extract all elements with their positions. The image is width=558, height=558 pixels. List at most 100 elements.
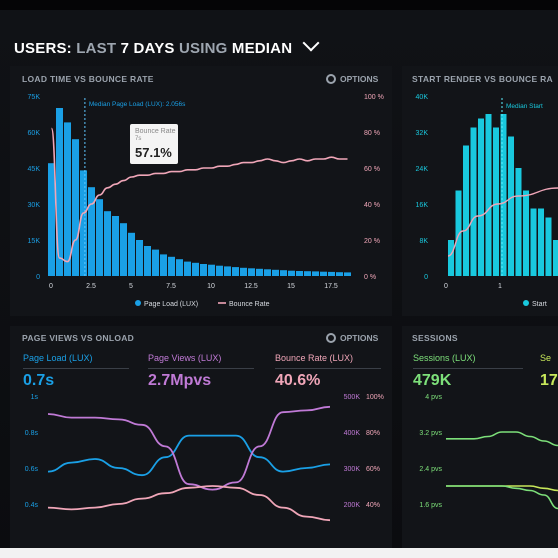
start-render-bar [545,217,552,276]
sessions-chart: 4 pvs 3.2 pvs 2.4 pvs 1.6 pvs [419,394,558,510]
x-axis-tick-label: 1 [498,283,502,290]
y2-axis-tick-label: 0 % [364,274,376,281]
header-word-users: USERS: [14,40,72,57]
start-render-bar [530,208,537,276]
y2-axis-tick-label: 100 % [364,94,384,101]
page-load-bar [200,264,207,276]
load-time-chart: 75K 60K 45K 30K 15K 0 100 % 80 % 60 % 40 % 20 % 0 %… [28,94,384,308]
header-word-range: 7 DAYS [120,40,175,57]
y-axis-tick-label: 24K [416,166,429,173]
x-axis-tick-label: 12.5 [244,283,258,290]
header-word-median: MEDIAN [231,40,293,57]
bounce-rate-line [47,485,331,522]
y-axis-tick-label: 30K [28,202,41,209]
bottom-edge [0,548,558,558]
page-load-bar [296,271,303,276]
page-load-bar [112,216,119,276]
page-load-bar [336,272,343,276]
median-label: Median Start [506,103,543,110]
page-load-bar [104,211,111,276]
page-load-bar [88,187,95,276]
tooltip-sub: 7s [135,136,142,142]
page-load-bar [192,262,199,276]
page-load-bar [216,265,223,276]
page-load-bar [48,163,55,276]
y-axis-tick-label: 3.2 pvs [419,430,442,437]
page-load-bar [264,269,271,276]
page-load-bar [280,270,287,276]
y2-axis-tick-label: 40 % [364,202,380,209]
load-time-panel: LOAD TIME VS BOUNCE RATE OPTIONS 75K 60K 4… [10,66,392,316]
tooltip-label: Bounce Rate [135,128,176,135]
x-axis-tick-label: 5 [129,283,133,290]
legend-label: Bounce Rate [229,301,270,308]
page-load-bar [272,269,279,276]
start-render-bar [493,127,499,276]
x-axis-tick-label: 0 [49,283,53,290]
header-word-last: LAST [76,40,117,57]
y-axis-tick-label: 1.6 pvs [419,502,442,509]
dashboard-screen: USERS: LAST 7 DAYS USING MEDIAN LOAD TIM… [0,0,558,558]
x-axis-tick-label: 15 [287,283,295,290]
page-load-line [47,434,331,477]
tooltip-value: 57.1% [135,145,172,160]
page-load-bar [240,267,247,276]
start-render-bar [485,114,492,276]
legend-swatch-page-load [135,300,141,306]
y-axis-tick-label: 8K [419,238,428,245]
page-load-bar [224,266,231,276]
page-load-bar [304,271,311,276]
y-axis-tick-label: 0.4s [25,502,39,509]
sessions-line [446,431,558,447]
page-load-bar [232,267,239,276]
y-axis-tick-label: 0.8s [25,430,39,437]
median-label: Median Page Load (LUX): 2.056s [89,101,186,108]
page-load-bar [120,223,127,276]
y2-axis-tick-label: 300K [344,466,361,473]
x-axis-tick-label: 7.5 [166,283,176,290]
y2-axis-tick-label: 200K [344,502,361,509]
page-load-bar [184,261,191,276]
page-load-bar [344,272,351,276]
y-axis-tick-label: 75K [28,94,41,101]
time-range-selector[interactable]: USERS: LAST 7 DAYS USING MEDIAN [14,34,320,57]
page-load-bar [168,256,175,276]
page-load-bar [64,122,71,277]
y-axis-tick-label: 40K [416,94,429,101]
y2-axis-tick-label: 80 % [364,130,380,137]
page-load-bar [328,271,335,276]
start-render-panel: START RENDER VS BOUNCE RA 40K 32K 24K 16K 8K… [402,66,558,316]
y-axis-tick-label: 0 [36,274,40,281]
page-load-bar [312,271,319,276]
start-render-chart: 40K 32K 24K 16K 8K 0 0 1 Median Start Start [416,94,558,308]
y-axis-tick-label: 0 [424,274,428,281]
start-render-bar [478,118,484,276]
start-render-bar [448,240,454,276]
sessions-3-line [445,485,558,510]
x-axis-tick-label: 2.5 [86,283,96,290]
page-load-bar [256,268,263,276]
y3-axis-tick-label: 40% [366,502,380,509]
start-render-bar [508,136,514,276]
x-axis-tick-label: 0 [444,283,448,290]
page-load-bar [176,259,183,276]
page-load-bar [56,108,63,276]
y3-axis-tick-label: 60% [366,466,380,473]
y3-axis-tick-label: 100% [366,394,384,401]
x-axis-tick-label: 17.5 [324,283,338,290]
page-load-bar [72,139,79,276]
page-load-bar [96,199,103,276]
top-edge [0,0,558,10]
y-axis-tick-label: 60K [28,130,41,137]
header-word-using: USING [178,40,228,57]
page-load-bar [152,249,159,276]
page-load-bar [128,232,135,276]
page-load-bar [80,170,87,276]
page-load-bar [248,268,255,276]
y-axis-tick-label: 45K [28,166,41,173]
bounce-rate-tooltip: Bounce Rate 7s 57.1% [130,124,178,164]
y2-axis-tick-label: 500K [344,394,361,401]
chevron-down-icon[interactable] [302,34,320,52]
start-render-bar [470,127,477,276]
y3-axis-tick-label: 80% [366,430,380,437]
